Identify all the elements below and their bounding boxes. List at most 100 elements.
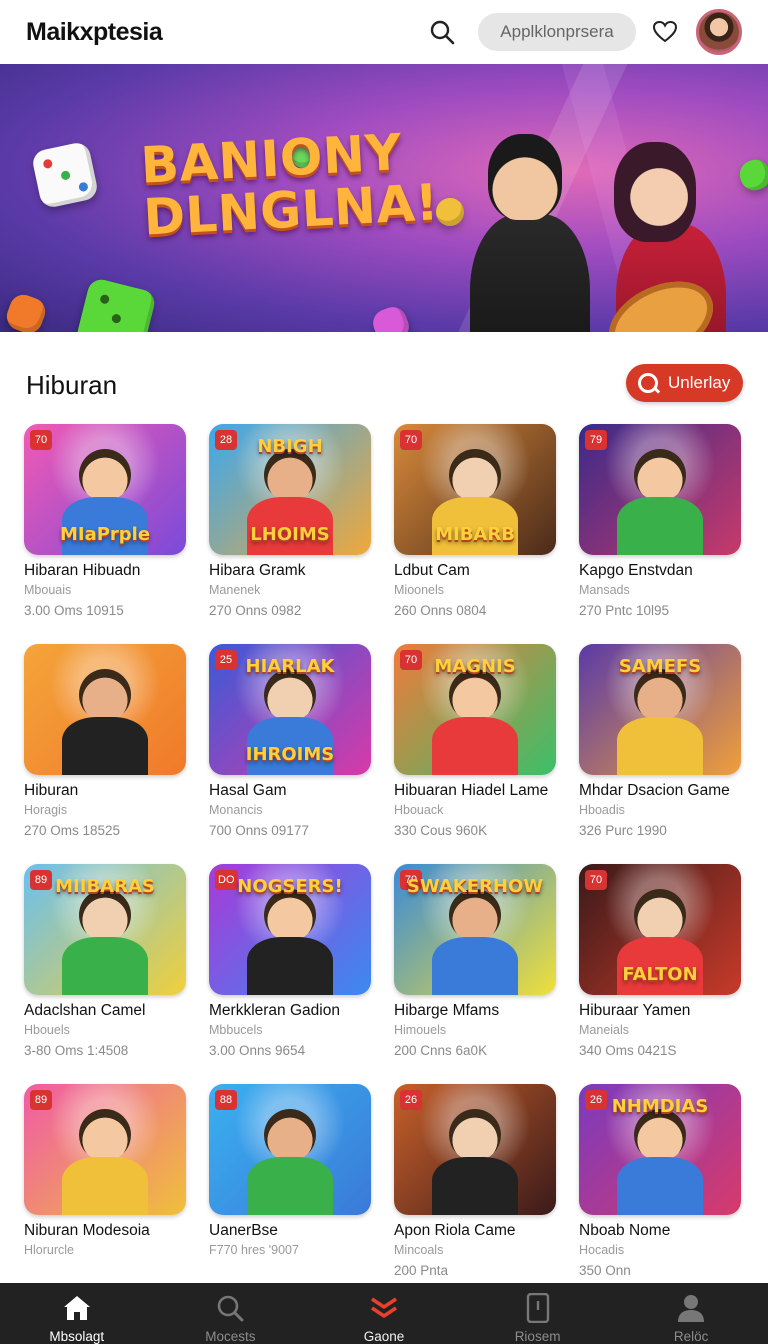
game-card[interactable]: 79 SWAKERHOW Hibarge Mfams Himouels 200 … (394, 864, 556, 1084)
phone-icon (523, 1293, 553, 1323)
section-action-button[interactable]: Unlerlay (626, 364, 743, 402)
game-thumbnail[interactable]: 26 NHMDIAS (579, 1084, 741, 1215)
game-thumb-title: MIBARB (435, 524, 515, 545)
avatar[interactable] (696, 9, 742, 55)
game-stats: 326 Purc 1990 (579, 823, 667, 838)
nav-item[interactable]: Relöc (614, 1283, 768, 1344)
nav-label: Mbsolagt (49, 1329, 105, 1344)
game-title[interactable]: Hibaran Hibuadn (24, 562, 186, 580)
game-thumbnail[interactable] (24, 644, 186, 775)
game-publisher: Monancis (209, 803, 263, 817)
game-stats: 270 Pntc 10l95 (579, 603, 670, 618)
nav-label: Relöc (673, 1329, 709, 1344)
game-title[interactable]: Merkkleran Gadion (209, 1002, 371, 1020)
game-stats: 340 Oms 0421S (579, 1043, 677, 1058)
game-stats: 270 Onns 0982 (209, 603, 302, 618)
game-title[interactable]: Hasal Gam (209, 782, 371, 800)
game-thumbnail[interactable]: 26 (394, 1084, 556, 1215)
game-card[interactable]: SAMEFS Mhdar Dsacion Game Hboadis 326 Pu… (579, 644, 741, 864)
heart-icon[interactable] (650, 17, 680, 47)
game-title[interactable]: UanerBse (209, 1222, 371, 1240)
game-thumbnail[interactable]: 89 MIIBARAS (24, 864, 186, 995)
game-card[interactable]: 25 HIARLAK IHROIMS Hasal Gam Monancis 70… (209, 644, 371, 864)
game-thumbnail[interactable]: 70 MIaPrple (24, 424, 186, 555)
game-badge: 26 (400, 1090, 422, 1110)
game-title[interactable]: Apon Riola Came (394, 1222, 556, 1240)
game-badge: 89 (30, 1090, 52, 1110)
game-publisher: Hlorurcle (24, 1243, 75, 1257)
game-card[interactable]: Hiburan Horagis 270 Oms 18525 (24, 644, 186, 864)
game-title[interactable]: Hibuaran Hiadel Lame (394, 782, 556, 800)
game-stats: 260 Onns 0804 (394, 603, 487, 618)
game-publisher: F770 hres '9007 (209, 1243, 299, 1257)
game-thumb-title-top: HIARLAK (245, 656, 335, 677)
game-thumbnail[interactable]: 89 (24, 1084, 186, 1215)
game-card[interactable]: 79 Kapgo Enstvdan Mansads 270 Pntc 10l95 (579, 424, 741, 644)
dice-icon (2, 290, 50, 332)
game-card[interactable]: 89 MIIBARAS Adaclshan Camel Hbouels 3-80… (24, 864, 186, 1084)
game-badge: 70 (400, 430, 422, 450)
game-card[interactable]: 70 FALTON Hiburaar Yamen Maneials 340 Om… (579, 864, 741, 1084)
game-title[interactable]: Mhdar Dsacion Game (579, 782, 741, 800)
profile-icon (676, 1293, 706, 1323)
game-grid: 70 MIaPrple Hibaran Hibuadn Mbouais 3.00… (24, 424, 748, 1304)
search-icon[interactable] (428, 18, 456, 46)
game-publisher: Mbouais (24, 583, 72, 597)
game-title[interactable]: Nboab Nome (579, 1222, 741, 1240)
game-card[interactable]: 26 Apon Riola Came Mincoals 200 Pnta (394, 1084, 556, 1304)
game-thumbnail[interactable]: 70 MIBARB (394, 424, 556, 555)
nav-item[interactable]: Riosem (461, 1283, 615, 1344)
game-card[interactable]: 88 UanerBse F770 hres '9007 (209, 1084, 371, 1304)
top-app-bar: Maikxptesia Applklonprsera (0, 0, 768, 64)
section-action-label: Unlerlay (668, 373, 731, 392)
game-card[interactable]: 28 NBIGH LHOIMS Hibara Gramk Manenek 270… (209, 424, 371, 644)
game-card[interactable]: 26 NHMDIAS Nboab Nome Hocadis 350 Onn (579, 1084, 741, 1304)
game-badge: 70 (30, 430, 52, 450)
nav-item[interactable]: Mbsolagt (0, 1283, 154, 1344)
game-thumbnail[interactable]: 28 NBIGH LHOIMS (209, 424, 371, 555)
game-stats: 350 Onn (579, 1263, 631, 1278)
game-stats: 330 Cous 960K (394, 823, 488, 838)
dice-icon (736, 156, 768, 194)
game-thumbnail[interactable]: DO NOGSERS! (209, 864, 371, 995)
game-card[interactable]: 70 MIBARB Ldbut Cam Mioonels 260 Onns 08… (394, 424, 556, 644)
game-card[interactable]: DO NOGSERS! Merkkleran Gadion Mbbucels 3… (209, 864, 371, 1084)
game-thumbnail[interactable]: 79 (579, 424, 741, 555)
game-stats: 700 Onns 09177 (209, 823, 309, 838)
game-thumbnail[interactable]: 79 SWAKERHOW (394, 864, 556, 995)
nav-item[interactable]: Mocests (154, 1283, 308, 1344)
game-thumbnail[interactable]: 70 MAGNIS (394, 644, 556, 775)
game-card[interactable]: 70 MIaPrple Hibaran Hibuadn Mbouais 3.00… (24, 424, 186, 644)
game-badge: 79 (585, 430, 607, 450)
game-character (617, 1109, 703, 1215)
game-title[interactable]: Hiburaar Yamen (579, 1002, 741, 1020)
game-character (247, 889, 333, 995)
hero-banner[interactable]: BANIONY DLNGLNA! (0, 64, 768, 332)
game-title[interactable]: Hibara Gramk (209, 562, 371, 580)
game-character (617, 449, 703, 555)
nav-label: Mocests (205, 1329, 256, 1344)
game-title[interactable]: Niburan Modesoia (24, 1222, 186, 1240)
game-thumbnail[interactable]: 25 HIARLAK IHROIMS (209, 644, 371, 775)
game-character (247, 1109, 333, 1215)
game-title[interactable]: Hiburan (24, 782, 186, 800)
game-thumbnail[interactable]: 88 (209, 1084, 371, 1215)
game-thumb-title-top: SWAKERHOW (406, 876, 544, 897)
nav-item[interactable]: Gaone (307, 1283, 461, 1344)
search-pill[interactable]: Applklonprsera (478, 13, 636, 51)
game-stats: 3.00 Oms 10915 (24, 603, 124, 618)
game-publisher: Manenek (209, 583, 261, 597)
game-character (432, 889, 518, 995)
game-card[interactable]: 89 Niburan Modesoia Hlorurcle (24, 1084, 186, 1304)
nav-label: Gaone (363, 1329, 405, 1344)
game-title[interactable]: Kapgo Enstvdan (579, 562, 741, 580)
game-title[interactable]: Hibarge Mfams (394, 1002, 556, 1020)
game-title[interactable]: Ldbut Cam (394, 562, 556, 580)
game-thumb-title: FALTON (622, 964, 698, 985)
game-card[interactable]: 70 MAGNIS Hibuaran Hiadel Lame Hbouack 3… (394, 644, 556, 864)
game-thumb-title-top: NBIGH (257, 436, 323, 457)
game-thumbnail[interactable]: SAMEFS (579, 644, 741, 775)
home-icon (62, 1293, 92, 1323)
game-thumbnail[interactable]: 70 FALTON (579, 864, 741, 995)
game-title[interactable]: Adaclshan Camel (24, 1002, 186, 1020)
